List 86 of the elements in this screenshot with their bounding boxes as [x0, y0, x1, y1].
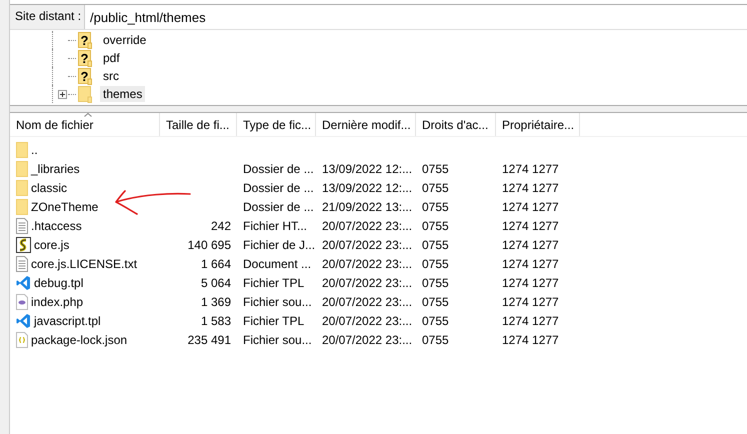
file-type: Fichier HT... [243, 218, 308, 232]
file-size: 242 [210, 218, 231, 232]
owner: 1274 1277 [502, 238, 559, 252]
modified-date: 20/07/2022 23:... [322, 218, 412, 232]
unknown-folder-icon: ? [78, 50, 92, 66]
file-type: Document ... [243, 256, 312, 270]
permissions: 0755 [422, 218, 449, 232]
column-header[interactable]: Propriétaire... [496, 113, 580, 136]
column-header[interactable]: Dernière modif... [316, 113, 416, 136]
file-type: Dossier de ... [243, 180, 314, 194]
sort-caret-icon [84, 113, 92, 117]
file-name[interactable]: core.js [34, 238, 70, 252]
file-name[interactable]: javascript.tpl [34, 314, 101, 328]
modified-date: 21/09/2022 13:... [322, 200, 412, 214]
path-field[interactable]: /public_html/themes [85, 5, 747, 29]
modified-date: 20/07/2022 23:... [322, 332, 412, 346]
owner: 1274 1277 [502, 332, 559, 346]
owner: 1274 1277 [502, 294, 559, 308]
file-name[interactable]: debug.tpl [34, 276, 84, 290]
owner: 1274 1277 [502, 180, 559, 194]
permissions: 0755 [422, 314, 449, 328]
file-name[interactable]: core.js.LICENSE.txt [31, 256, 138, 270]
owner: 1274 1277 [502, 276, 559, 290]
folder-name[interactable]: themes [100, 86, 146, 102]
file-type: Dossier de ... [243, 162, 314, 176]
modified-date: 20/07/2022 23:... [322, 256, 412, 270]
owner: 1274 1277 [502, 218, 559, 232]
json-file-icon [16, 332, 28, 348]
column-header[interactable]: Droits d'ac... [416, 113, 496, 136]
file-size: 5 064 [200, 276, 231, 290]
owner: 1274 1277 [502, 162, 559, 176]
permissions: 0755 [422, 276, 449, 290]
permissions: 0755 [422, 180, 449, 194]
folder-icon [16, 142, 28, 158]
permissions: 0755 [422, 200, 449, 214]
folder-name[interactable]: src [100, 68, 122, 84]
text-file-icon [16, 256, 28, 272]
file-type: Fichier TPL [243, 314, 304, 328]
file-type: Fichier sou... [243, 332, 312, 346]
owner: 1274 1277 [502, 200, 559, 214]
file-size: 1 664 [200, 256, 231, 270]
file-size: 1 369 [200, 294, 231, 308]
expand-icon[interactable] [58, 90, 67, 98]
folder-icon [16, 160, 28, 176]
permissions: 0755 [422, 238, 449, 252]
file-name[interactable]: _libraries [31, 162, 80, 176]
file-name[interactable]: classic [31, 180, 68, 194]
php-file-icon [16, 294, 28, 310]
file-size: 1 583 [200, 314, 231, 328]
permissions: 0755 [422, 162, 449, 176]
modified-date: 13/09/2022 12:... [322, 162, 412, 176]
file-name[interactable]: index.php [31, 294, 84, 308]
file-size: 235 491 [188, 332, 231, 346]
file-name[interactable]: .htaccess [31, 218, 82, 232]
file-type: Dossier de ... [243, 200, 314, 214]
file-type: Fichier TPL [243, 276, 304, 290]
code-editor-icon [16, 274, 31, 290]
owner: 1274 1277 [502, 256, 559, 270]
file-name[interactable]: .. [31, 142, 38, 156]
modified-date: 20/07/2022 23:... [322, 294, 412, 308]
unknown-folder-icon: ? [78, 68, 92, 84]
text-file-icon [16, 218, 28, 234]
file-type: Fichier sou... [243, 294, 312, 308]
folder-name[interactable]: pdf [100, 50, 123, 66]
folder-name[interactable]: override [100, 32, 150, 48]
permissions: 0755 [422, 294, 449, 308]
script-file-icon [16, 236, 31, 252]
modified-date: 20/07/2022 23:... [322, 314, 412, 328]
file-type: Fichier de J... [243, 238, 316, 252]
owner: 1274 1277 [502, 314, 559, 328]
modified-date: 20/07/2022 23:... [322, 276, 412, 290]
modified-date: 20/07/2022 23:... [322, 238, 412, 252]
modified-date: 13/09/2022 12:... [322, 180, 412, 194]
unknown-folder-icon: ? [78, 32, 92, 48]
column-header[interactable]: Nom de fichier [10, 113, 160, 136]
file-size: 140 695 [188, 238, 231, 252]
code-editor-icon [16, 312, 31, 328]
permissions: 0755 [422, 256, 449, 270]
permissions: 0755 [422, 332, 449, 346]
file-name[interactable]: package-lock.json [31, 332, 128, 346]
file-name[interactable]: ZOneTheme [31, 200, 98, 214]
column-header[interactable]: Taille de fi... [160, 113, 237, 136]
folder-icon [16, 180, 28, 196]
column-header[interactable]: Type de fic... [237, 113, 316, 136]
folder-icon [16, 198, 28, 214]
folder-icon [78, 86, 92, 102]
